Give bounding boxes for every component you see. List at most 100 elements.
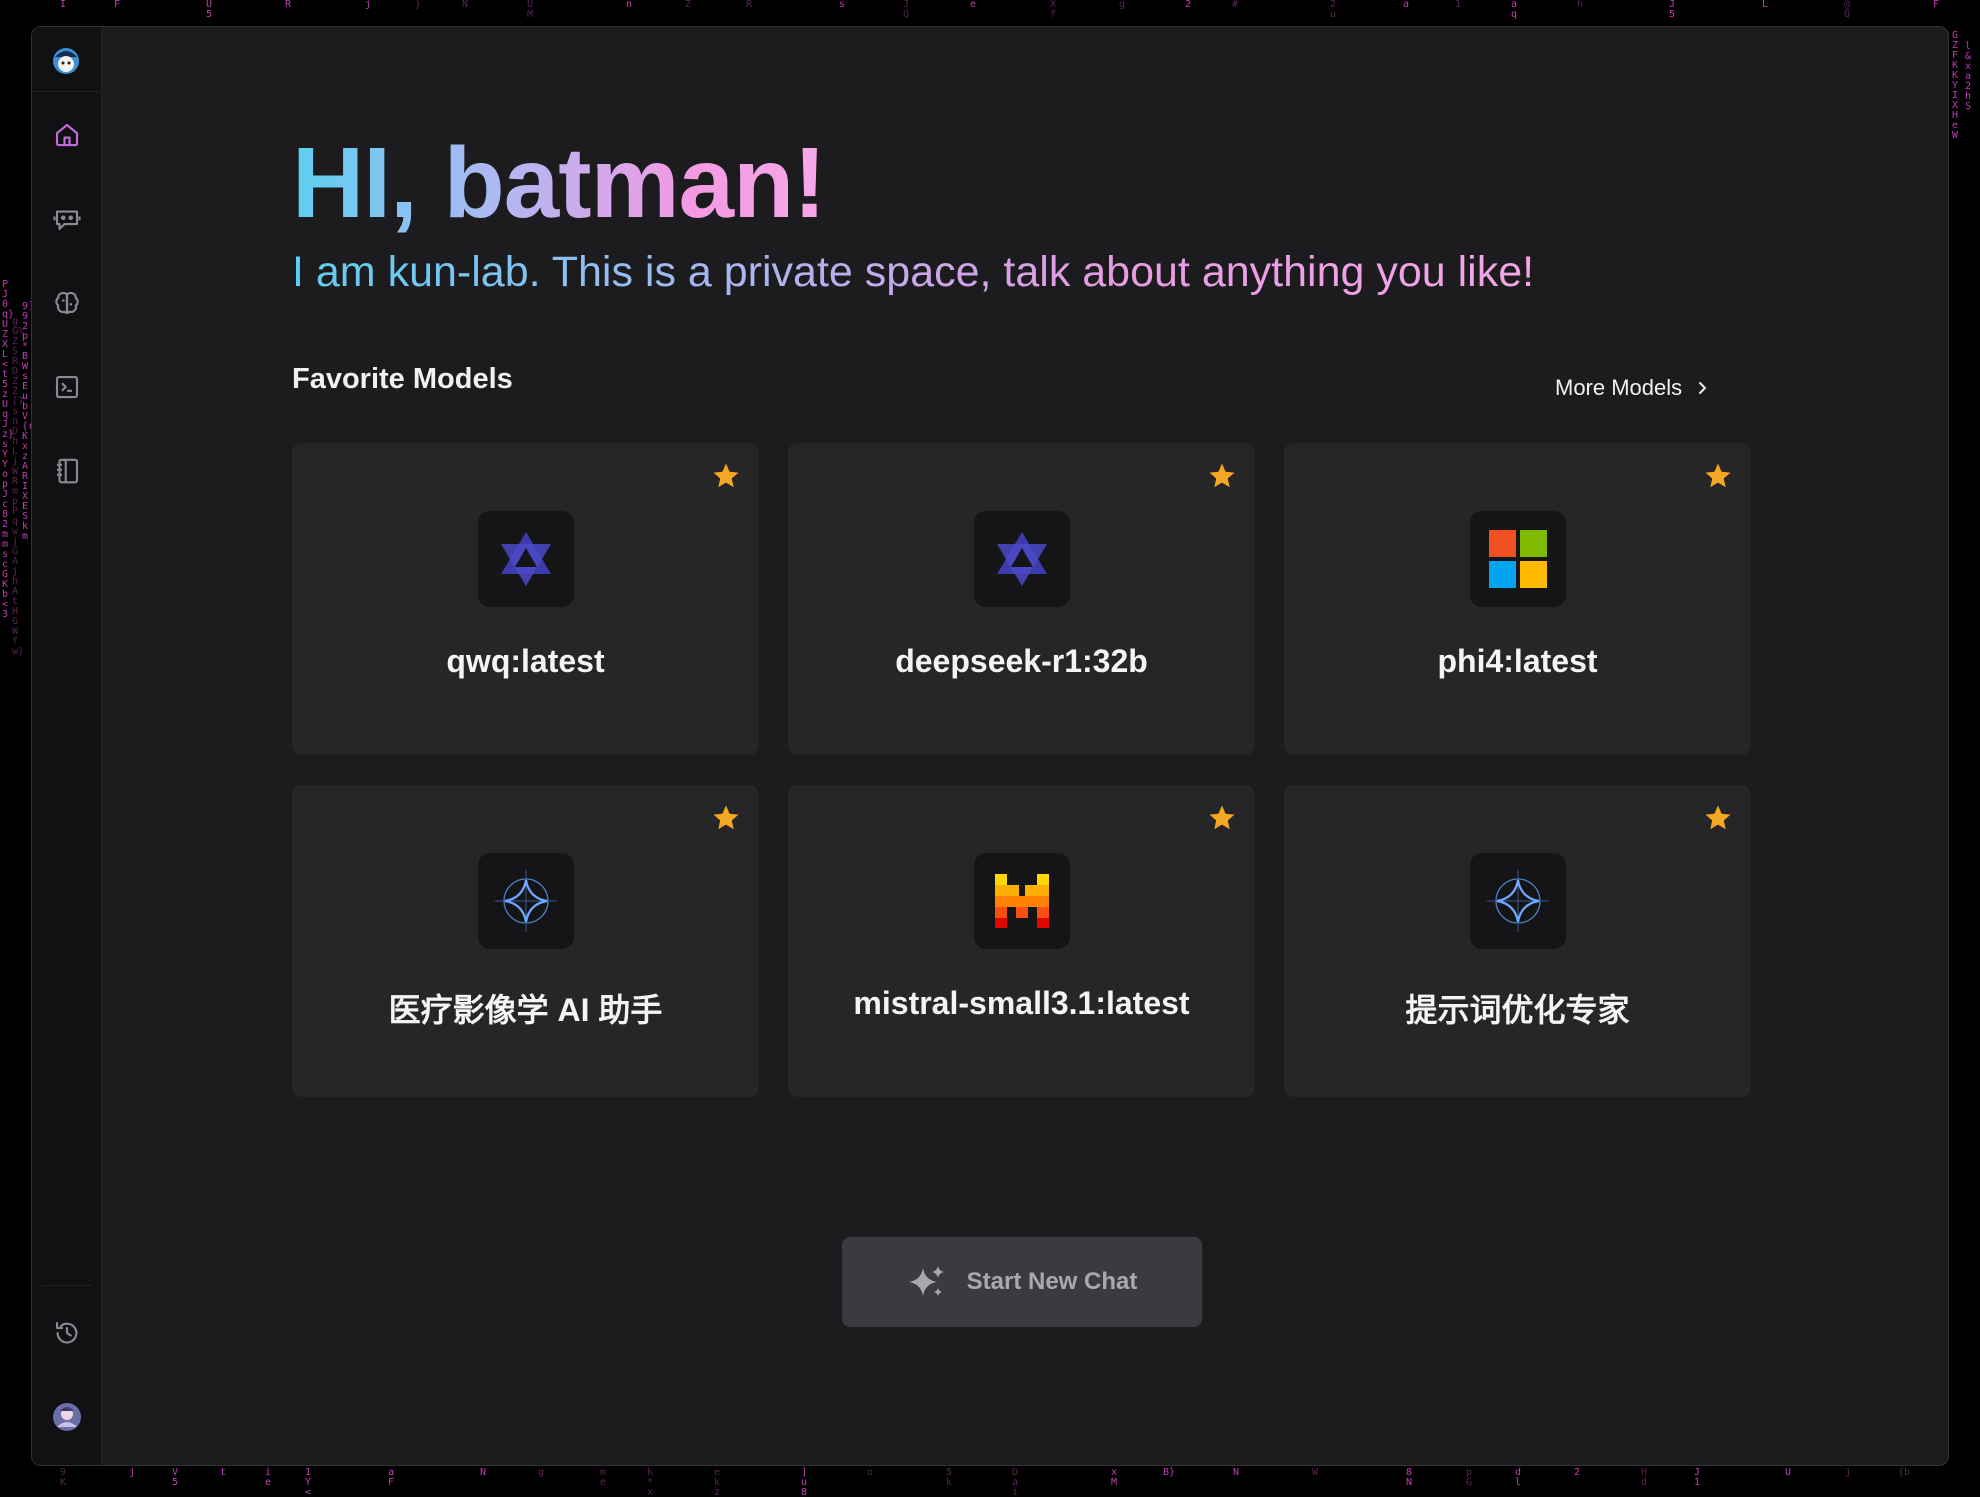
matrix-rain-streak: 2u	[1330, 0, 1337, 20]
model-card[interactable]: 提示词优化专家	[1284, 785, 1751, 1097]
home-icon	[55, 123, 79, 147]
matrix-rain-streak: F	[114, 0, 121, 10]
star-icon[interactable]	[1207, 803, 1237, 833]
sidebar-item-notebook[interactable]	[43, 447, 91, 495]
matrix-rain-streak: U5	[206, 0, 213, 20]
home-page: HI, batman! I am kun-lab. This is a priv…	[102, 27, 1948, 1465]
model-logo	[477, 853, 574, 949]
matrix-rain-streak: }	[415, 0, 422, 10]
sidebar-divider	[42, 1285, 92, 1286]
matrix-rain-streak: me	[600, 1467, 607, 1488]
sidebar-item-chat[interactable]	[43, 195, 91, 243]
more-models-label: More Models	[1555, 375, 1683, 400]
star-icon[interactable]	[1703, 803, 1733, 833]
sidebar-item-profile[interactable]	[43, 1393, 91, 1441]
matrix-rain-streak: I	[60, 0, 67, 10]
matrix-rain-streak: R	[746, 0, 753, 10]
model-logo	[973, 853, 1070, 949]
model-card[interactable]: mistral-small3.1:latest	[788, 785, 1255, 1097]
matrix-rain-streak: Hd	[1641, 1467, 1648, 1488]
matrix-rain-streak: {b	[1898, 1467, 1911, 1478]
model-name: 医疗影像学 AI 助手	[388, 992, 663, 1028]
matrix-rain-streak: o	[867, 1467, 874, 1478]
history-icon	[55, 1321, 78, 1344]
sparkle-agent-icon	[494, 870, 557, 932]
sidebar-divider	[32, 91, 102, 92]
more-models-link[interactable]: More Models	[1555, 375, 1710, 401]
matrix-rain-streak: ]u8	[801, 1467, 808, 1497]
app-logo[interactable]	[50, 43, 82, 75]
sidebar-item-terminal[interactable]	[43, 363, 91, 411]
matrix-rain-streak: W	[1312, 1467, 1319, 1478]
qwen-icon	[996, 532, 1047, 586]
matrix-rain-streak: Z	[685, 0, 692, 10]
matrix-rain-streak: 8N	[1406, 1467, 1413, 1488]
model-card[interactable]: phi4:latest	[1284, 443, 1751, 755]
matrix-rain-streak: a	[1403, 0, 1410, 10]
start-new-chat-button[interactable]: Start New Chat	[842, 1237, 1202, 1327]
start-new-chat-label: Start New Chat	[966, 1268, 1138, 1295]
matrix-rain-streak: PJ0q}UZXL<t5zUqJz}sYYopJc82mmscGKb<3	[2, 279, 15, 620]
app-window: HI, batman! I am kun-lab. This is a priv…	[31, 26, 1949, 1466]
matrix-rain-streak: j	[129, 1467, 136, 1478]
matrix-rain-streak: 1Y<	[305, 1467, 312, 1497]
sidebar-item-models[interactable]	[43, 279, 91, 327]
matrix-rain-streak: GZFKKYIXHeW	[1952, 30, 1959, 141]
matrix-rain-streak: g	[538, 1467, 545, 1478]
microsoft-icon	[1488, 530, 1547, 588]
matrix-rain-streak: j	[1845, 1467, 1852, 1478]
avatar	[53, 1403, 81, 1431]
matrix-rain-streak: Dai	[1012, 1467, 1019, 1497]
matrix-rain-streak: g	[1119, 0, 1126, 10]
model-card[interactable]: qwq:latest	[292, 443, 759, 755]
model-logo	[477, 511, 574, 607]
matrix-rain-streak: t	[220, 1467, 227, 1478]
matrix-rain-streak: pG	[1466, 1467, 1473, 1488]
matrix-rain-streak: dl	[1515, 1467, 1522, 1488]
favorite-models-title: Favorite Models	[292, 363, 513, 395]
star-icon[interactable]	[711, 803, 741, 833]
matrix-rain-streak: l&xa2hS	[1965, 41, 1972, 112]
matrix-rain-streak: N	[1233, 1467, 1240, 1478]
matrix-rain-streak: ekz	[714, 1467, 721, 1497]
matrix-rain-streak: F	[1933, 0, 1940, 10]
terminal-icon	[55, 375, 79, 399]
sparkles-icon	[908, 1266, 944, 1296]
model-name: mistral-small3.1:latest	[853, 985, 1190, 1021]
matrix-rain-streak: 9K	[60, 1467, 67, 1488]
sidebar-item-history[interactable]	[43, 1309, 91, 1357]
matrix-rain-streak: aq	[1511, 0, 1518, 20]
matrix-rain-streak: U	[1785, 1467, 1792, 1478]
brain-icon	[55, 291, 79, 315]
matrix-rain-streak: 1	[1455, 0, 1462, 10]
matrix-rain-streak: @Q	[1844, 0, 1851, 20]
matrix-rain-streak: R	[285, 0, 292, 10]
model-name: 提示词优化专家	[1405, 992, 1630, 1028]
matrix-rain-streak: N	[462, 0, 469, 10]
matrix-rain-streak: ie	[265, 1467, 272, 1488]
matrix-rain-streak: 2	[1185, 0, 1192, 10]
matrix-rain-streak: V5	[172, 1467, 179, 1488]
model-name: qwq:latest	[446, 643, 605, 679]
matrix-rain-streak: JQ	[903, 0, 910, 20]
greeting-subtitle: I am kun-lab. This is a private space, t…	[292, 247, 1534, 299]
star-icon[interactable]	[711, 461, 741, 491]
star-icon[interactable]	[1207, 461, 1237, 491]
model-name: phi4:latest	[1437, 643, 1598, 679]
matrix-rain-streak: UM	[527, 0, 534, 20]
matrix-rain-streak: B}	[1163, 1467, 1176, 1478]
model-logo	[1469, 853, 1566, 949]
matrix-rain-streak: #	[1232, 0, 1239, 10]
model-card[interactable]: deepseek-r1:32b	[788, 443, 1255, 755]
mistral-icon	[994, 874, 1049, 928]
matrix-rain-streak: 5k	[946, 1467, 953, 1488]
matrix-rain-streak: k*x	[647, 1467, 654, 1497]
sidebar-item-home[interactable]	[43, 111, 91, 159]
model-card[interactable]: 医疗影像学 AI 助手	[292, 785, 759, 1097]
matrix-rain-streak: n	[626, 0, 633, 10]
model-logo	[973, 511, 1070, 607]
star-icon[interactable]	[1703, 461, 1733, 491]
model-name: deepseek-r1:32b	[895, 643, 1148, 679]
matrix-rain-streak: s	[839, 0, 846, 10]
sidebar	[32, 27, 102, 1465]
